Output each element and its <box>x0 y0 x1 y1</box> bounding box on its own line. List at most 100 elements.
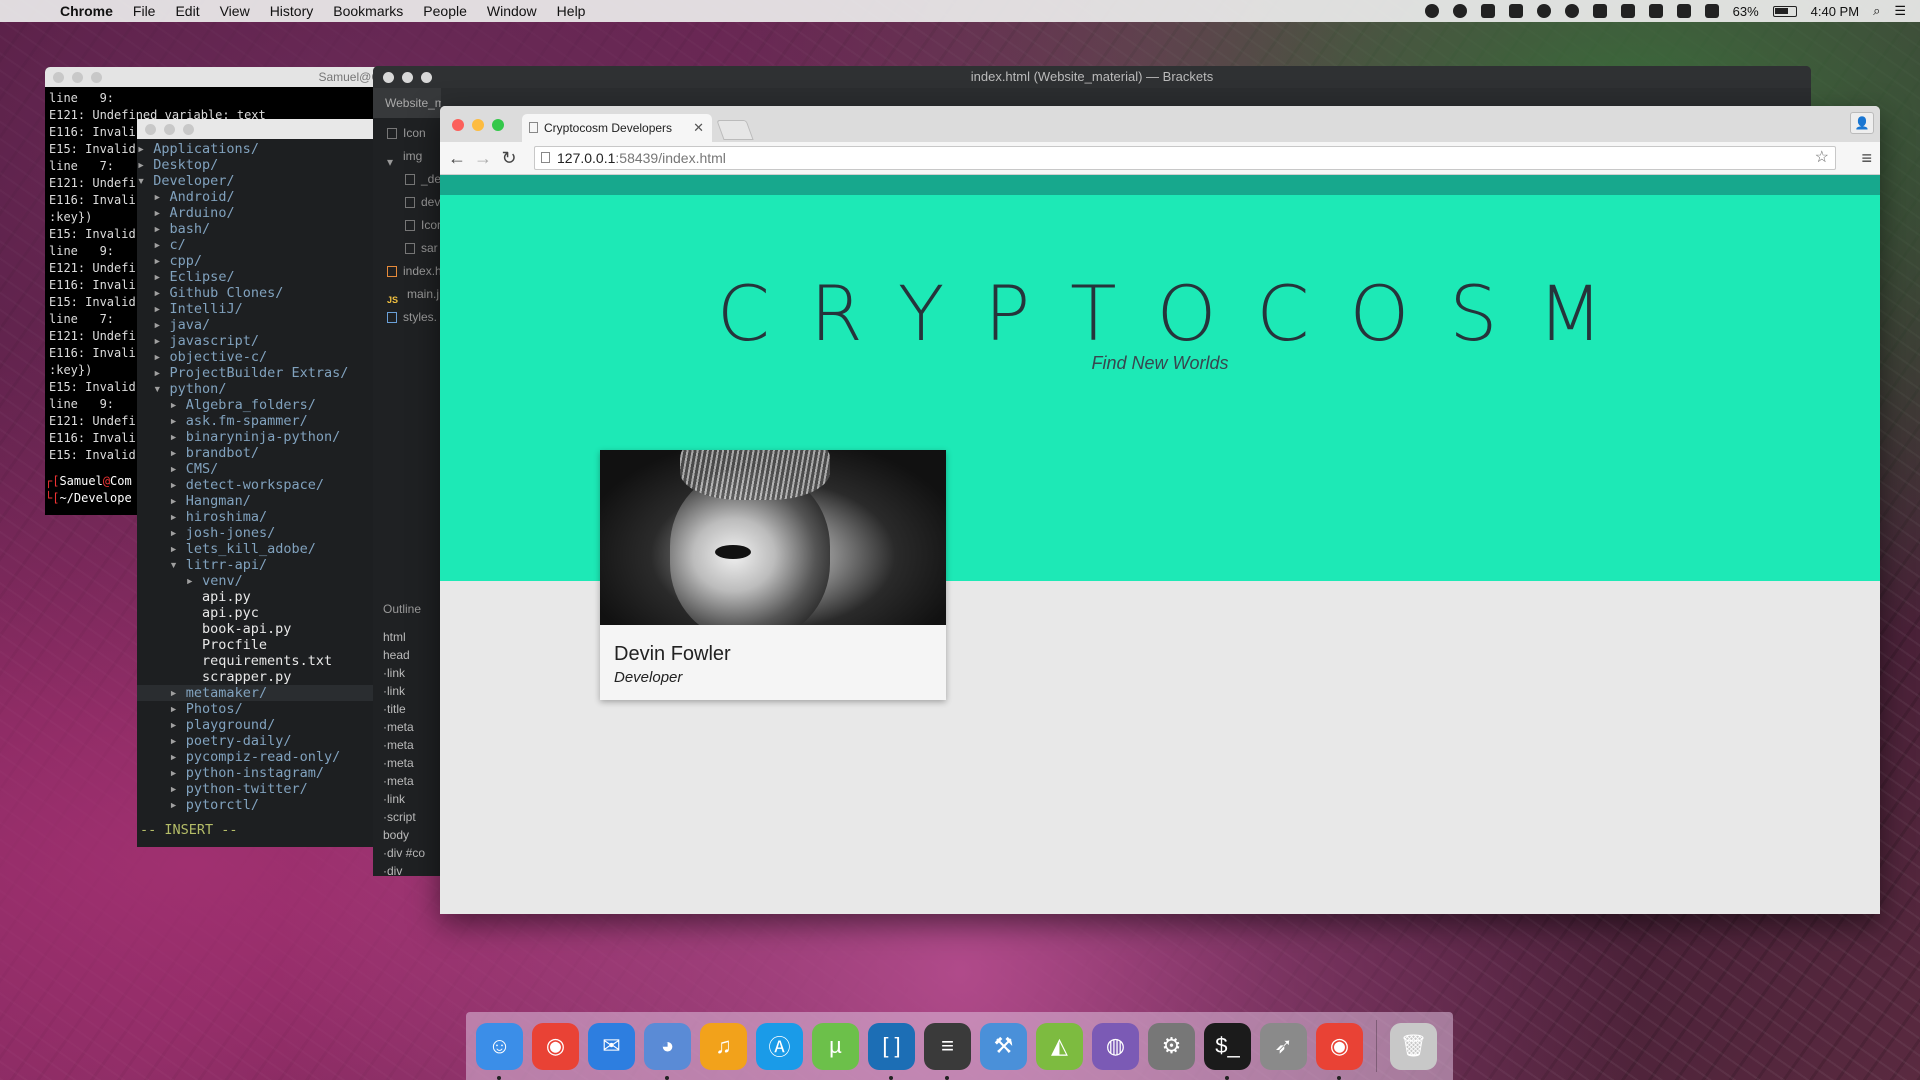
dock-chrome-icon[interactable]: ◉ <box>532 1022 579 1070</box>
project-file-item[interactable]: index.h <box>373 260 441 283</box>
close-button[interactable] <box>452 119 464 131</box>
project-file-item[interactable]: Icon <box>373 122 441 145</box>
volume-icon[interactable] <box>1648 4 1663 18</box>
tree-folder[interactable]: ▸ ProjectBuilder Extras/ <box>137 365 377 381</box>
outline-item[interactable]: ·script <box>383 808 441 826</box>
tree-folder[interactable]: ▸ python-instagram/ <box>137 765 377 781</box>
project-file-item[interactable]: sar <box>373 237 441 260</box>
tree-folder[interactable]: ▸ brandbot/ <box>137 445 377 461</box>
reload-button[interactable]: ↻ <box>496 145 522 171</box>
developer-card[interactable]: Devin Fowler Developer <box>600 450 946 700</box>
close-button[interactable] <box>53 72 64 83</box>
menu-history[interactable]: History <box>260 3 324 19</box>
forward-button[interactable]: → <box>470 145 496 171</box>
chrome-window[interactable]: Cryptocosm Developers ✕ 👤 ← → ↻ 127.0.0.… <box>440 106 1880 914</box>
outline-item[interactable]: ·div <box>383 862 441 876</box>
address-bar[interactable]: 127.0.0.1:58439/index.html ☆ <box>534 146 1836 170</box>
menu-people[interactable]: People <box>413 3 477 19</box>
project-dropdown[interactable]: Website_m <box>373 88 441 118</box>
tree-folder[interactable]: ▸ cpp/ <box>137 253 377 269</box>
dock-xcode-icon[interactable]: ⚒ <box>980 1022 1027 1070</box>
tree-file[interactable]: requirements.txt <box>137 653 377 669</box>
profile-icon[interactable]: 👤 <box>1850 112 1874 134</box>
outline-item[interactable]: ·link <box>383 682 441 700</box>
tree-folder[interactable]: ▸ Applications/ <box>137 141 377 157</box>
tree-folder[interactable]: ▸ IntelliJ/ <box>137 301 377 317</box>
dock-github-icon[interactable]: ◍ <box>1092 1022 1139 1070</box>
dock-app-store-icon[interactable]: Ⓐ <box>756 1022 803 1070</box>
battery-icon[interactable] <box>1772 5 1797 17</box>
bookmark-star-icon[interactable]: ☆ <box>1815 147 1829 169</box>
project-file-item[interactable]: ▾ img <box>373 145 441 168</box>
wifi-icon[interactable] <box>1704 4 1719 18</box>
tree-folder[interactable]: ▸ metamaker/ <box>137 685 377 701</box>
tab-close-icon[interactable]: ✕ <box>693 114 704 142</box>
dock-system-preferences-icon[interactable]: ⚙ <box>1148 1022 1195 1070</box>
gear-icon[interactable] <box>1564 4 1579 18</box>
tree-folder[interactable]: ▾ litrr-api/ <box>137 557 377 573</box>
location-arrow-icon[interactable] <box>1480 4 1495 18</box>
terminal-titlebar[interactable]: Samuel@C <box>45 67 390 87</box>
outline-item[interactable]: ·meta <box>383 718 441 736</box>
dock-android-studio-icon[interactable]: ◭ <box>1036 1022 1083 1070</box>
zoom-button[interactable] <box>183 124 194 135</box>
dock-utorrent-icon[interactable]: µ <box>812 1022 859 1070</box>
tree-folder[interactable]: ▸ CMS/ <box>137 461 377 477</box>
vim-window[interactable]: ▸ Applications/▸ Desktop/▾ Developer/ ▸ … <box>137 119 377 847</box>
tab-cryptocosm[interactable]: Cryptocosm Developers ✕ <box>522 114 712 142</box>
tree-folder[interactable]: ▸ c/ <box>137 237 377 253</box>
tree-folder[interactable]: ▸ Arduino/ <box>137 205 377 221</box>
project-file-item[interactable]: dev <box>373 191 441 214</box>
tree-folder[interactable]: ▸ pycompiz-read-only/ <box>137 749 377 765</box>
tree-folder[interactable]: ▸ python-twitter/ <box>137 781 377 797</box>
dock-chrome-2-icon[interactable]: ◉ <box>1316 1022 1363 1080</box>
outline-item[interactable]: head <box>383 646 441 664</box>
tree-folder[interactable]: ▾ Developer/ <box>137 173 377 189</box>
zoom-button[interactable] <box>421 72 432 83</box>
close-button[interactable] <box>383 72 394 83</box>
dock-headphones-icon[interactable]: ♫ <box>700 1022 747 1070</box>
zoom-button[interactable] <box>91 72 102 83</box>
tree-folder[interactable]: ▸ objective-c/ <box>137 349 377 365</box>
tree-folder[interactable]: ▸ bash/ <box>137 221 377 237</box>
spotlight-search-icon[interactable]: ⌕ <box>1873 3 1880 19</box>
outline-item[interactable]: ·link <box>383 790 441 808</box>
tree-file[interactable]: Procfile <box>137 637 377 653</box>
dock-brackets-icon[interactable]: [ ] <box>868 1022 915 1080</box>
menu-view[interactable]: View <box>210 3 260 19</box>
tree-folder[interactable]: ▸ pytorctl/ <box>137 797 377 813</box>
vim-titlebar[interactable] <box>137 119 377 139</box>
tree-folder[interactable]: ▸ detect-workspace/ <box>137 477 377 493</box>
tree-folder[interactable]: ▸ Eclipse/ <box>137 269 377 285</box>
outline-item[interactable]: ·meta <box>383 754 441 772</box>
menu-file[interactable]: File <box>123 3 166 19</box>
tree-folder[interactable]: ▸ lets_kill_adobe/ <box>137 541 377 557</box>
outline-item[interactable]: body <box>383 826 441 844</box>
tree-file[interactable]: book-api.py <box>137 621 377 637</box>
clipboard-icon[interactable] <box>1620 4 1635 18</box>
tree-folder[interactable]: ▸ poetry-daily/ <box>137 733 377 749</box>
tree-folder[interactable]: ▸ Android/ <box>137 189 377 205</box>
tree-folder[interactable]: ▸ Desktop/ <box>137 157 377 173</box>
tree-folder[interactable]: ▸ java/ <box>137 317 377 333</box>
back-button[interactable]: ← <box>444 145 470 171</box>
dock-trash-icon[interactable]: 🗑 <box>1390 1022 1437 1070</box>
tree-folder[interactable]: ▸ Photos/ <box>137 701 377 717</box>
outline-item[interactable]: ·meta <box>383 736 441 754</box>
tree-folder[interactable]: ▸ playground/ <box>137 717 377 733</box>
new-tab-button[interactable] <box>716 120 754 140</box>
airplay-icon[interactable] <box>1592 4 1607 18</box>
vpn-icon[interactable] <box>1508 4 1523 18</box>
brackets-titlebar[interactable]: index.html (Website_material) — Brackets <box>373 66 1811 88</box>
messages-icon[interactable] <box>1452 4 1467 18</box>
tree-file[interactable]: scrapper.py <box>137 669 377 685</box>
minimize-button[interactable] <box>72 72 83 83</box>
outline-item[interactable]: html <box>383 628 441 646</box>
outline-item[interactable]: ·div #co <box>383 844 441 862</box>
tree-folder[interactable]: ▸ binaryninja-python/ <box>137 429 377 445</box>
tree-folder[interactable]: ▸ venv/ <box>137 573 377 589</box>
project-file-item[interactable]: JS main.j <box>373 283 441 306</box>
tree-folder[interactable]: ▸ Algebra_folders/ <box>137 397 377 413</box>
clock[interactable]: 4:40 PM <box>1811 4 1859 19</box>
zoom-button[interactable] <box>492 119 504 131</box>
